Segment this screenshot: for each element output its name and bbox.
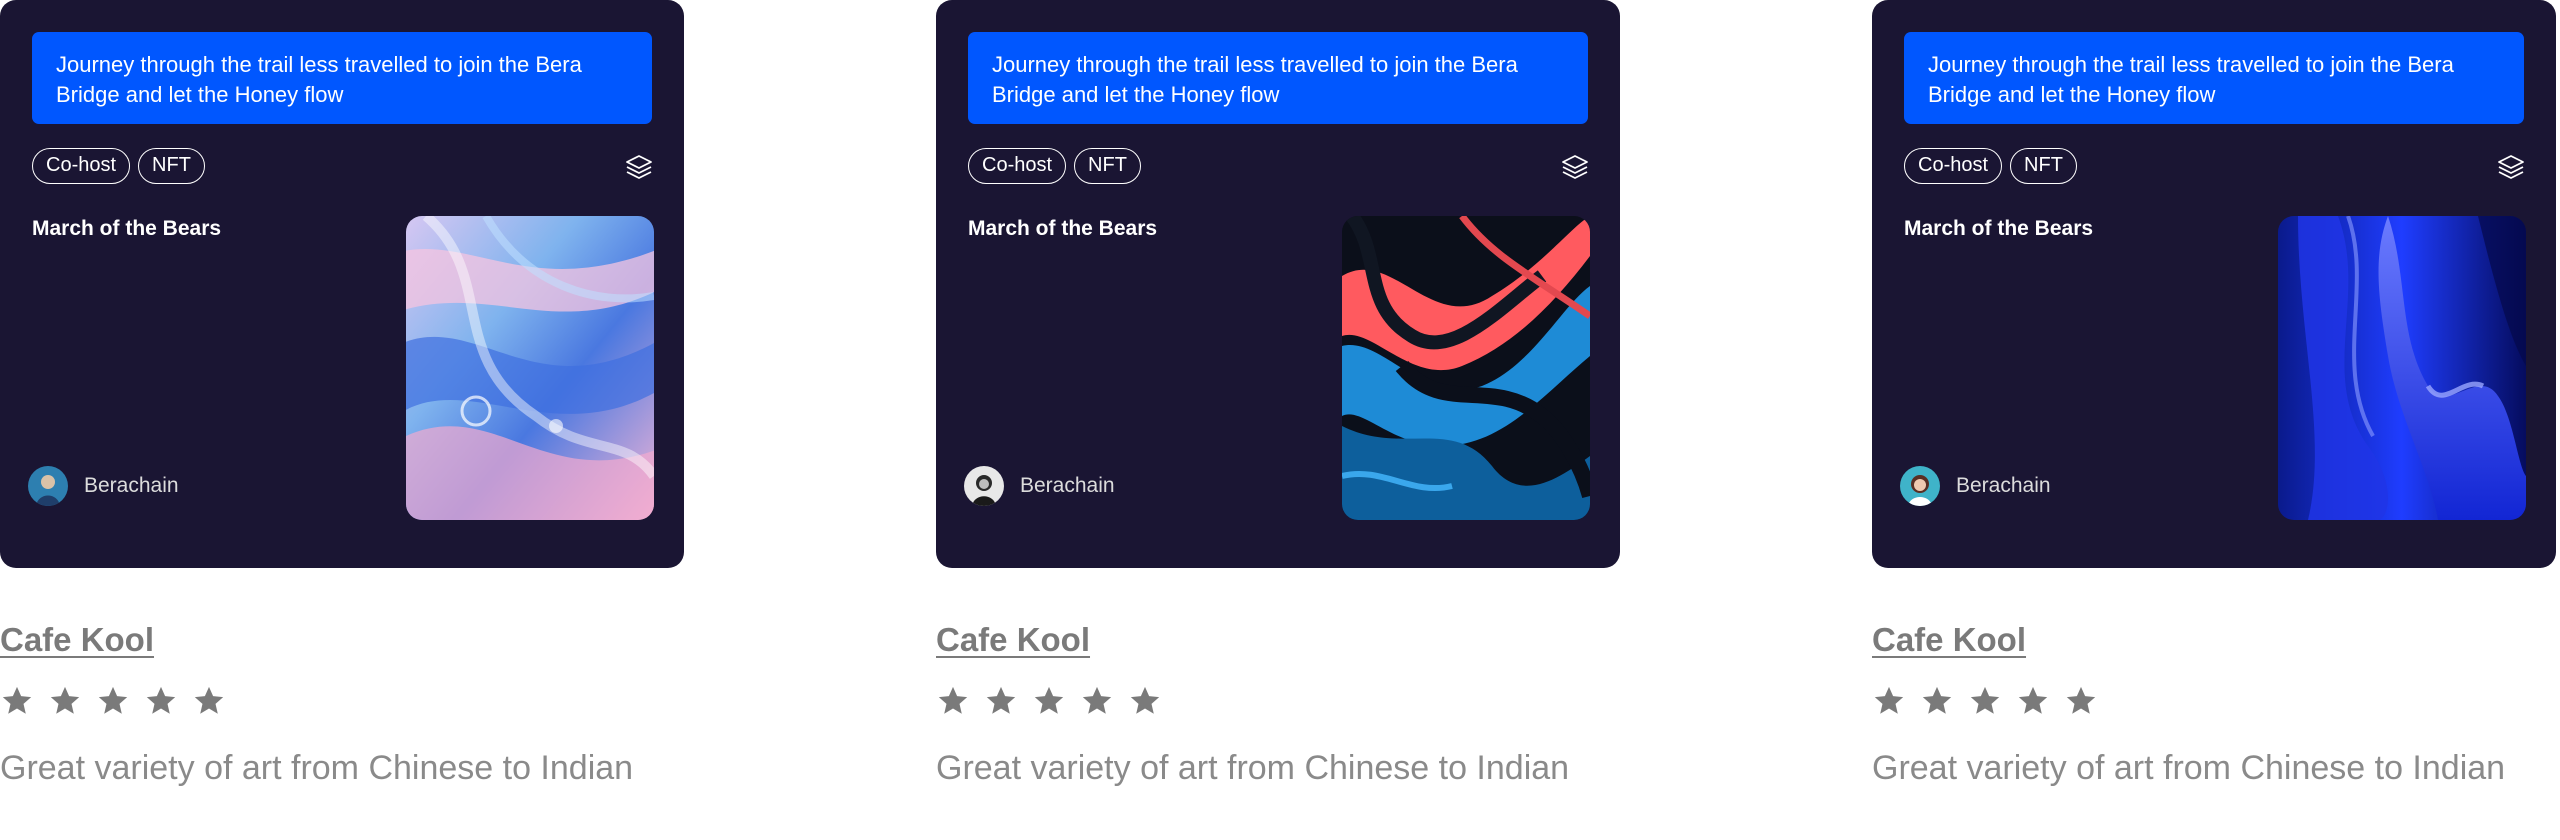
star-icon bbox=[48, 684, 82, 718]
star-icon bbox=[96, 684, 130, 718]
star-icon bbox=[1920, 684, 1954, 718]
host-row[interactable]: Berachain bbox=[28, 465, 179, 507]
host-row[interactable]: Berachain bbox=[1900, 465, 2051, 507]
star-icon bbox=[1080, 684, 1114, 718]
star-rating bbox=[1872, 684, 2098, 718]
star-icon bbox=[2016, 684, 2050, 718]
host-avatar bbox=[1900, 466, 1940, 506]
event-title: March of the Bears bbox=[968, 217, 1158, 240]
star-icon bbox=[1968, 684, 2002, 718]
tag-cohost[interactable]: Co-host bbox=[968, 148, 1067, 184]
event-title: March of the Bears bbox=[1904, 217, 2094, 240]
star-icon bbox=[1032, 684, 1066, 718]
nft-artwork[interactable] bbox=[406, 216, 654, 520]
star-icon bbox=[936, 684, 970, 718]
star-icon bbox=[1872, 684, 1906, 718]
host-name: Berachain bbox=[1956, 474, 2051, 497]
venue-link[interactable]: Cafe Kool bbox=[0, 620, 154, 660]
layers-icon[interactable] bbox=[1560, 152, 1590, 182]
review-text: Great variety of art from Chinese to Ind… bbox=[1872, 749, 2506, 787]
banner-text: Journey through the trail less travelled… bbox=[1928, 52, 2454, 107]
review-text: Great variety of art from Chinese to Ind… bbox=[936, 749, 1570, 787]
venue-link[interactable]: Cafe Kool bbox=[1872, 620, 2026, 660]
star-icon bbox=[984, 684, 1018, 718]
banner-text: Journey through the trail less travelled… bbox=[56, 52, 582, 107]
layers-icon[interactable] bbox=[624, 152, 654, 182]
venue-link[interactable]: Cafe Kool bbox=[936, 620, 1090, 660]
nft-artwork[interactable] bbox=[1342, 216, 1590, 520]
star-rating bbox=[936, 684, 1162, 718]
host-avatar bbox=[964, 466, 1004, 506]
tag-nft[interactable]: NFT bbox=[138, 148, 205, 184]
nft-artwork[interactable] bbox=[2278, 216, 2526, 520]
star-icon bbox=[144, 684, 178, 718]
star-icon bbox=[192, 684, 226, 718]
event-banner: Journey through the trail less travelled… bbox=[968, 32, 1588, 124]
banner-text: Journey through the trail less travelled… bbox=[992, 52, 1518, 107]
event-card[interactable]: Journey through the trail less travelled… bbox=[0, 0, 684, 568]
tag-cohost[interactable]: Co-host bbox=[32, 148, 131, 184]
host-name: Berachain bbox=[1020, 474, 1115, 497]
host-row[interactable]: Berachain bbox=[964, 465, 1115, 507]
host-name: Berachain bbox=[84, 474, 179, 497]
event-title: March of the Bears bbox=[32, 217, 222, 240]
star-icon bbox=[2064, 684, 2098, 718]
tag-list: Co-host NFT bbox=[968, 148, 1141, 184]
tag-list: Co-host NFT bbox=[32, 148, 205, 184]
star-icon bbox=[1128, 684, 1162, 718]
event-banner: Journey through the trail less travelled… bbox=[32, 32, 652, 124]
event-banner: Journey through the trail less travelled… bbox=[1904, 32, 2524, 124]
review-text: Great variety of art from Chinese to Ind… bbox=[0, 749, 634, 787]
star-icon bbox=[0, 684, 34, 718]
tag-nft[interactable]: NFT bbox=[2010, 148, 2077, 184]
tag-cohost[interactable]: Co-host bbox=[1904, 148, 2003, 184]
tag-nft[interactable]: NFT bbox=[1074, 148, 1141, 184]
layers-icon[interactable] bbox=[2496, 152, 2526, 182]
host-avatar bbox=[28, 466, 68, 506]
event-card[interactable]: Journey through the trail less travelled… bbox=[1872, 0, 2556, 568]
tag-list: Co-host NFT bbox=[1904, 148, 2077, 184]
star-rating bbox=[0, 684, 226, 718]
event-card[interactable]: Journey through the trail less travelled… bbox=[936, 0, 1620, 568]
